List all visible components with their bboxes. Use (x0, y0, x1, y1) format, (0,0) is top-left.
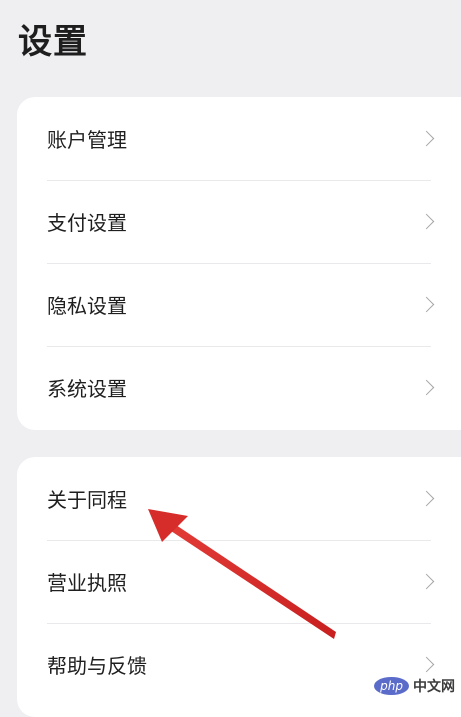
chevron-right-icon (418, 379, 435, 395)
settings-group-account: 账户管理 支付设置 隐私设置 系统设置 (17, 97, 461, 430)
chevron-right-icon (418, 573, 435, 589)
settings-item-account-management[interactable]: 账户管理 (17, 97, 461, 180)
settings-item-label: 支付设置 (47, 211, 127, 235)
settings-item-label: 帮助与反馈 (47, 654, 147, 678)
watermark-text: 中文网 (413, 679, 455, 695)
settings-item-label: 关于同程 (47, 488, 127, 512)
settings-item-label: 账户管理 (47, 128, 127, 152)
settings-item-system-settings[interactable]: 系统设置 (17, 346, 461, 429)
page-title: 设置 (18, 22, 88, 62)
chevron-right-icon (418, 490, 435, 506)
watermark: php 中文网 (374, 676, 455, 696)
settings-item-about[interactable]: 关于同程 (17, 457, 461, 540)
settings-item-payment-settings[interactable]: 支付设置 (17, 180, 461, 263)
settings-item-business-license[interactable]: 营业执照 (17, 540, 461, 623)
settings-item-label: 隐私设置 (47, 294, 127, 318)
settings-item-privacy-settings[interactable]: 隐私设置 (17, 263, 461, 346)
chevron-right-icon (418, 296, 435, 312)
php-logo-icon: php (374, 677, 409, 695)
chevron-right-icon (418, 656, 435, 672)
settings-item-label: 系统设置 (47, 377, 127, 401)
settings-item-label: 营业执照 (47, 571, 127, 595)
chevron-right-icon (418, 213, 435, 229)
chevron-right-icon (418, 130, 435, 146)
